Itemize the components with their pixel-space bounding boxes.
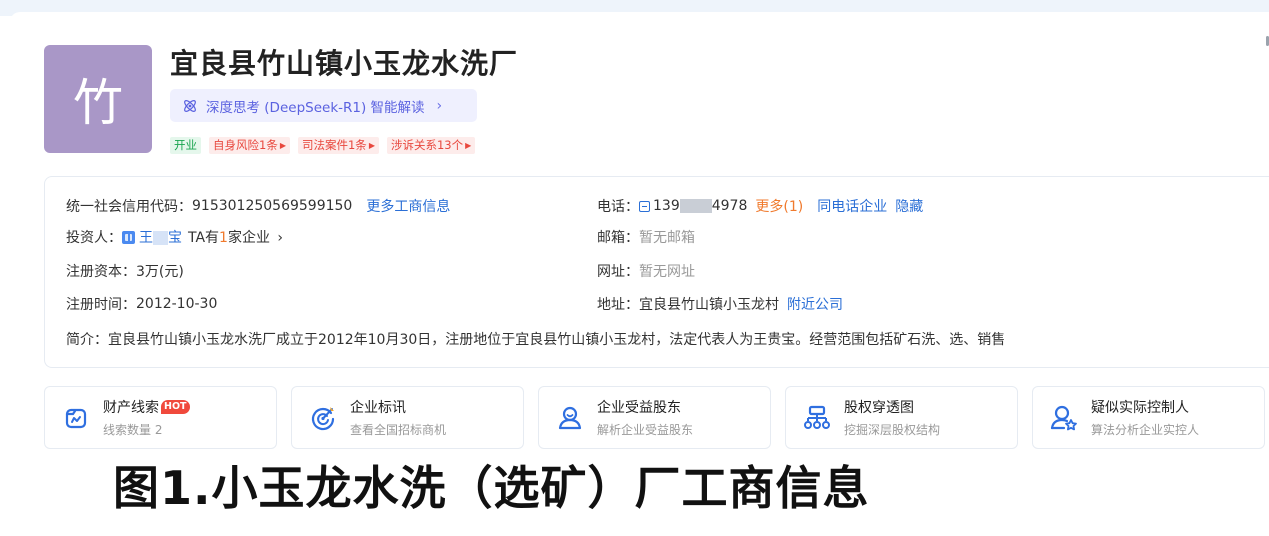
intro-label: 简介： [66, 332, 108, 348]
triangle-right-icon: ▶ [465, 141, 472, 150]
feature-subtitle: 算法分析企业实控人 [1091, 423, 1200, 437]
beneficiary-icon [558, 406, 582, 429]
feature-subtitle: 线索数量 2 [103, 423, 163, 437]
risk-tag-litigation[interactable]: 涉诉关系13个 ▶ [386, 137, 476, 154]
asset-clue-icon [65, 408, 87, 428]
hide-phone-link[interactable]: 隐藏 [895, 196, 923, 216]
website-value: 暂无网址 [639, 264, 695, 280]
phone-value[interactable]: 139 4978 [653, 198, 747, 214]
equity-tree-icon [804, 405, 830, 429]
reg-time-value: 2012-10-30 [136, 296, 218, 312]
feature-subtitle: 查看全国招标商机 [350, 423, 447, 437]
feature-title: 财产线索 [103, 400, 159, 416]
feature-title: 企业标讯 [350, 400, 406, 416]
figure-caption: 图1.小玉龙水洗（选矿）厂工商信息 [113, 461, 870, 515]
feature-title: 疑似实际控制人 [1091, 400, 1189, 416]
chevron-right-icon: › [277, 230, 284, 246]
reg-time-label: 注册时间： [66, 297, 136, 313]
reg-time-row: 注册时间： 2012-10-30 [66, 294, 217, 314]
address-label: 地址： [597, 297, 639, 313]
investor-company-count[interactable]: TA有1家企业 › [188, 227, 283, 247]
triangle-right-icon: ▶ [279, 141, 286, 150]
phone-icon [639, 200, 650, 212]
capital-label: 注册资本： [66, 264, 136, 280]
address-row: 地址： 宜良县竹山镇小玉龙村 附近公司 [597, 294, 843, 314]
feature-subtitle: 挖掘深层股权结构 [844, 423, 941, 437]
risk-tag-self[interactable]: 自身风险1条 ▶ [209, 137, 290, 154]
credit-code-row: 统一社会信用代码： 915301250569599150 更多工商信息 [66, 196, 450, 216]
feature-card-beneficiaries[interactable]: 企业受益股东 解析企业受益股东 [538, 386, 771, 449]
capital-row: 注册资本： 3万(元) [66, 261, 184, 281]
feature-cards: 财产线索 HOT 线索数量 2 企业标讯 查看全国招标商机 企业受益股东 解析企业… [44, 386, 1265, 449]
same-phone-companies-link[interactable]: 同电话企业 [817, 196, 887, 216]
feature-card-controller[interactable]: 疑似实际控制人 算法分析企业实控人 [1032, 386, 1265, 449]
person-icon [122, 230, 135, 244]
hot-badge: HOT [161, 400, 190, 414]
intro-text: 宜良县竹山镇小玉龙水洗厂成立于2012年10月30日，注册地位于宜良县竹山镇小玉… [108, 332, 1006, 348]
atom-icon [184, 99, 196, 112]
masked-text [153, 231, 168, 245]
bid-target-icon [311, 406, 335, 430]
investor-row: 投资人： 王宝 TA有1家企业 › [66, 227, 283, 247]
email-row: 邮箱： 暂无邮箱 [597, 227, 695, 247]
feature-card-asset-clues[interactable]: 财产线索 HOT 线索数量 2 [44, 386, 277, 449]
email-label: 邮箱： [597, 230, 639, 246]
feature-card-bids[interactable]: 企业标讯 查看全国招标商机 [291, 386, 524, 449]
nearby-companies-link[interactable]: 附近公司 [787, 294, 843, 314]
chevron-right-icon: › [436, 97, 443, 114]
credit-code-label: 统一社会信用代码： [66, 199, 192, 215]
more-phones-link[interactable]: 更多(1) [755, 196, 803, 216]
investor-name-link[interactable]: 王宝 [139, 227, 182, 247]
investor-label: 投资人： [66, 230, 122, 246]
company-name: 宜良县竹山镇小玉龙水洗厂 [170, 47, 519, 80]
feature-card-equity-tree[interactable]: 股权穿透图 挖掘深层股权结构 [785, 386, 1018, 449]
company-logo-char: 竹 [73, 74, 123, 132]
risk-tag-judicial[interactable]: 司法案件1条 ▶ [297, 137, 379, 154]
more-business-info-link[interactable]: 更多工商信息 [366, 196, 450, 216]
ai-interpret-label: 深度思考 (DeepSeek-R1) 智能解读 [206, 99, 425, 116]
masked-text [679, 199, 712, 213]
phone-row: 电话： 139 4978 更多(1) 同电话企业 隐藏 [597, 196, 923, 216]
capital-value: 3万(元) [136, 264, 184, 280]
phone-label: 电话： [597, 199, 639, 215]
feature-subtitle: 解析企业受益股东 [597, 423, 694, 437]
email-value: 暂无邮箱 [639, 230, 695, 246]
ai-interpret-button[interactable]: 深度思考 (DeepSeek-R1) 智能解读 › [170, 89, 477, 122]
intro-row: 简介： 宜良县竹山镇小玉龙水洗厂成立于2012年10月30日，注册地位于宜良县竹… [66, 329, 1005, 349]
feature-title: 股权穿透图 [844, 400, 914, 416]
controller-icon [1050, 405, 1077, 430]
feature-title: 企业受益股东 [597, 400, 681, 416]
triangle-right-icon: ▶ [368, 141, 375, 150]
credit-code-value: 915301250569599150 [192, 198, 353, 214]
status-badge[interactable]: 开业 [170, 137, 201, 154]
website-row: 网址： 暂无网址 [597, 261, 695, 281]
company-logo: 竹 [44, 45, 152, 153]
website-label: 网址： [597, 264, 639, 280]
address-value: 宜良县竹山镇小玉龙村 [639, 297, 779, 313]
status-tags: 开业 自身风险1条 ▶ 司法案件1条 ▶ 涉诉关系13个 ▶ [170, 137, 476, 154]
